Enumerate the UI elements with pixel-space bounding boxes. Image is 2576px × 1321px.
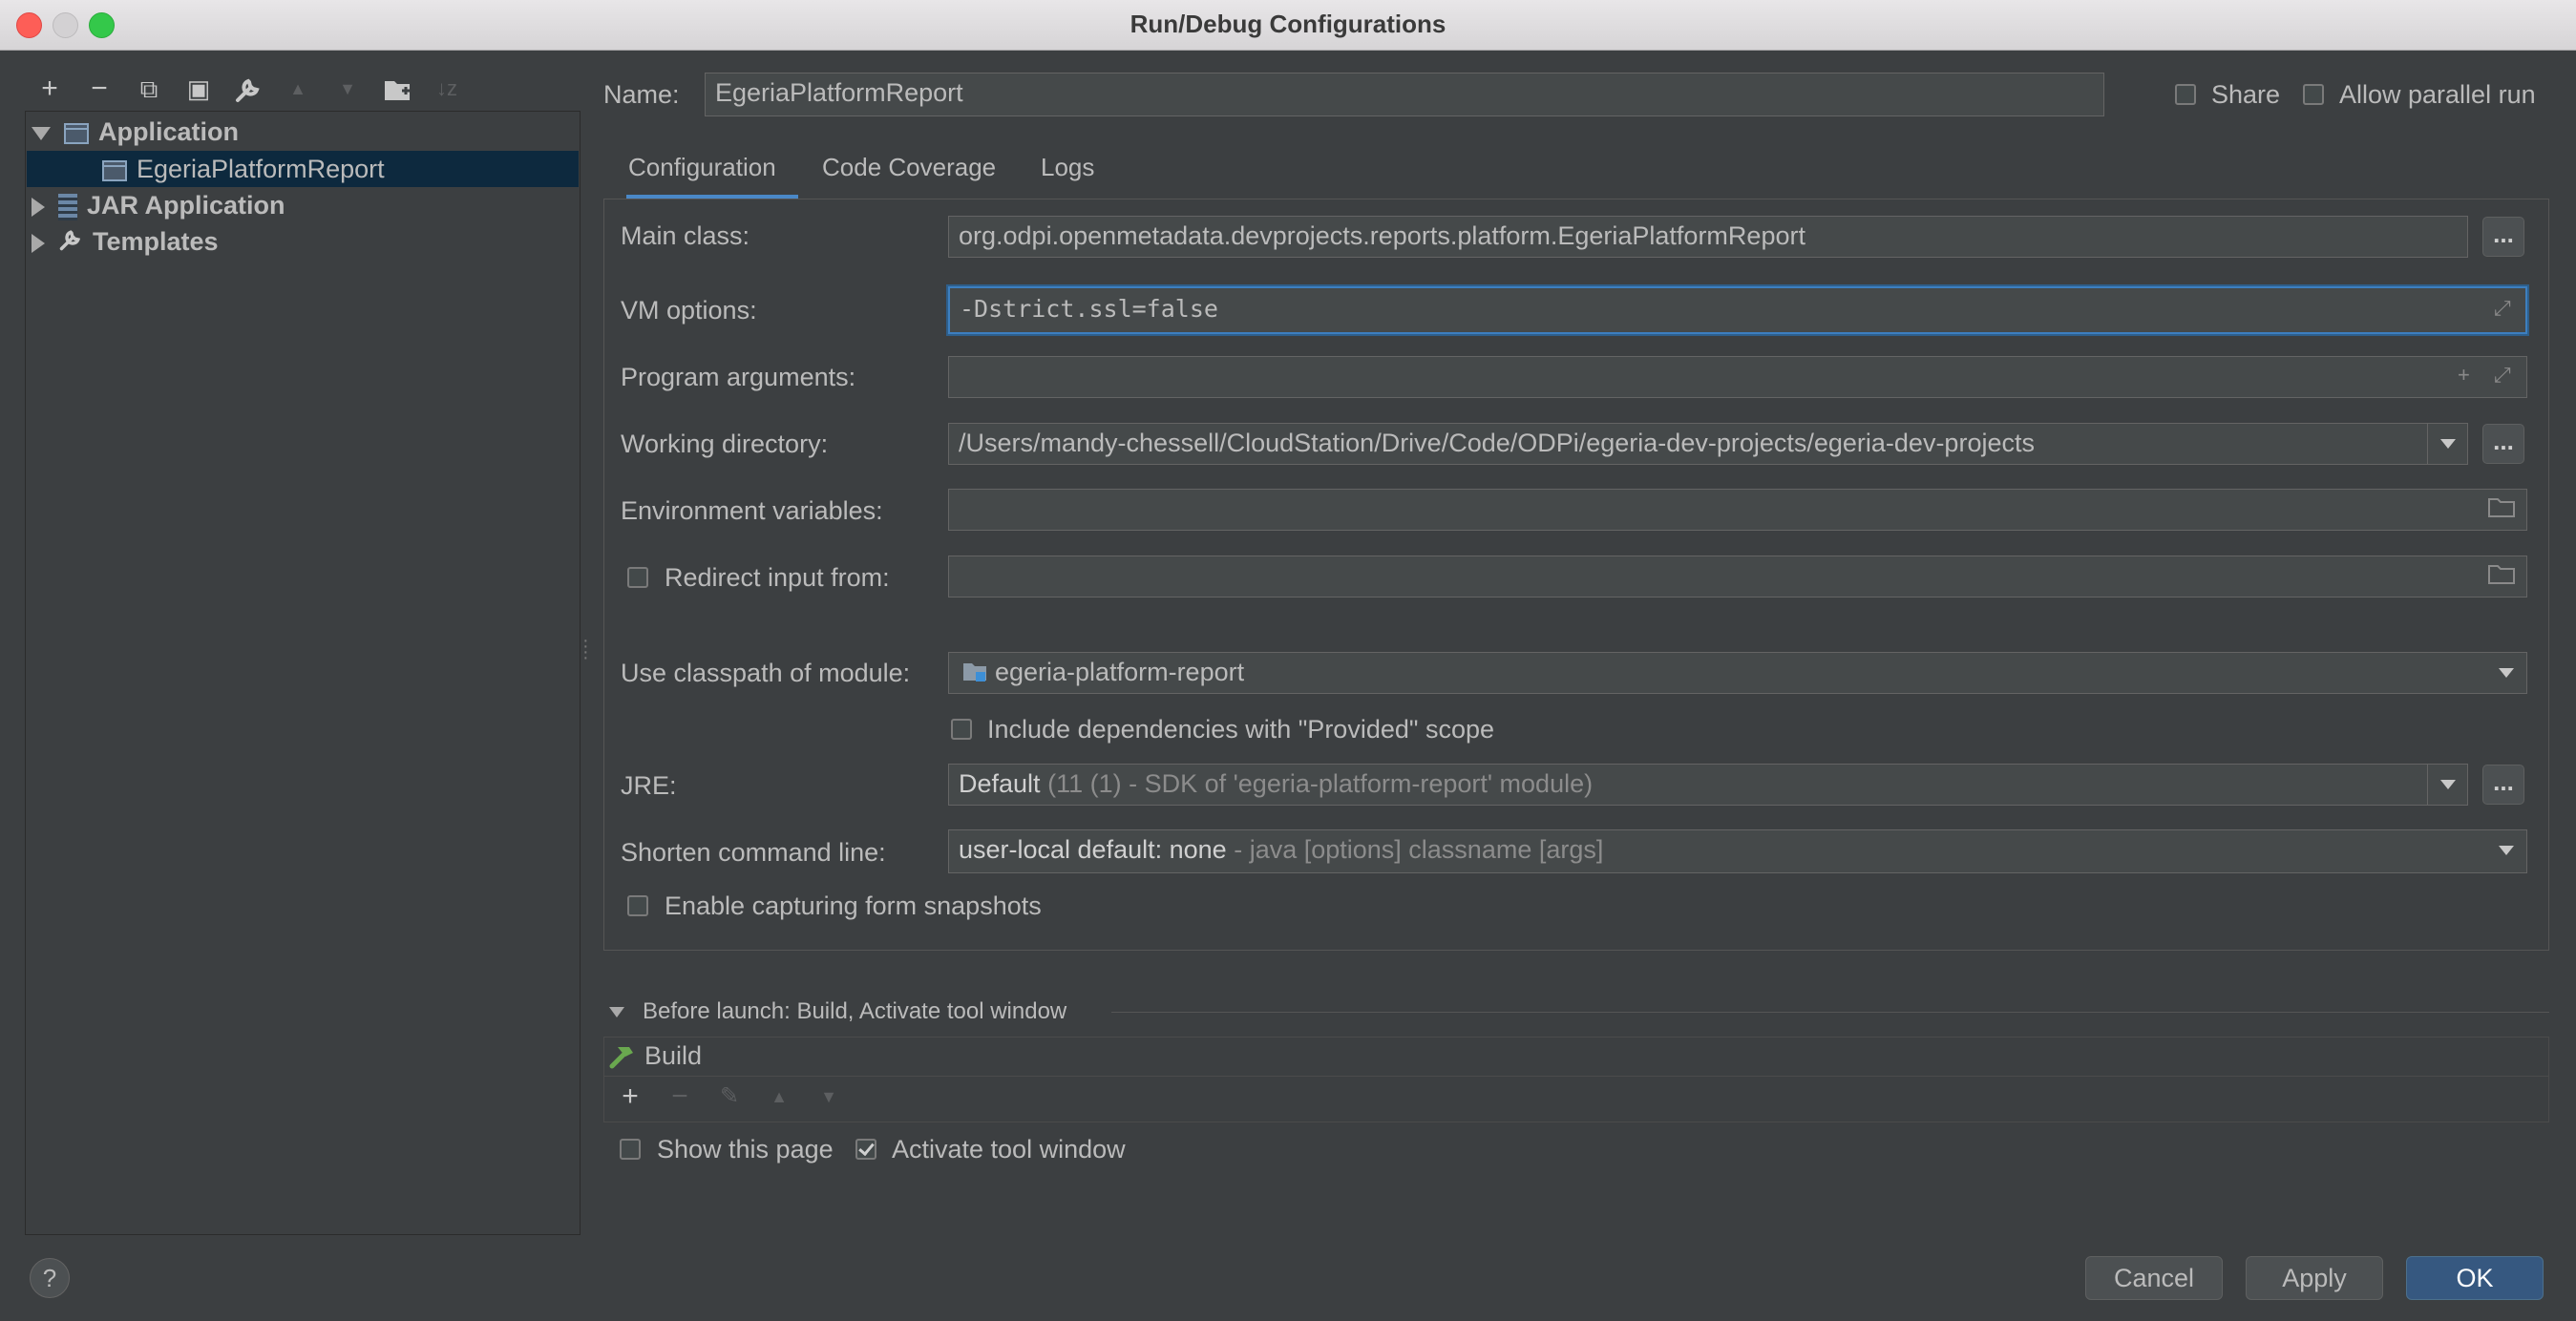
add-macro-icon[interactable]: + — [2458, 363, 2470, 388]
window-title: Run/Debug Configurations — [1130, 10, 1446, 38]
edit-task-icon[interactable]: ✎ — [710, 1077, 749, 1117]
sort-icon[interactable]: ↓z — [428, 67, 466, 111]
jre-select[interactable]: Default (11 (1) - SDK of 'egeria-platfor… — [948, 764, 2468, 806]
program-arguments-field[interactable] — [948, 356, 2527, 398]
move-down-icon[interactable]: ▼ — [328, 67, 367, 111]
jre-browse-button[interactable]: ... — [2482, 765, 2524, 805]
folder-icon[interactable] — [378, 67, 416, 111]
ok-button[interactable]: OK — [2406, 1256, 2544, 1300]
include-dependencies-checkbox[interactable] — [951, 719, 972, 740]
tree-item-templates[interactable]: Templates — [32, 223, 219, 260]
activate-tool-window-label: Activate tool window — [892, 1135, 1126, 1164]
environment-variables-label: Environment variables: — [621, 496, 883, 525]
before-launch-item[interactable]: Build — [604, 1038, 2548, 1077]
shorten-command-line-label: Shorten command line: — [621, 838, 886, 867]
classpath-module-label: Use classpath of module: — [621, 659, 911, 687]
show-this-page-checkbox[interactable] — [620, 1139, 641, 1160]
move-up-icon[interactable]: ▲ — [760, 1077, 798, 1117]
wrench-icon[interactable] — [229, 67, 267, 111]
shorten-command-line-select[interactable]: user-local default: none - java [options… — [948, 829, 2527, 873]
cancel-button[interactable]: Cancel — [2085, 1256, 2223, 1300]
main-class-label: Main class: — [621, 221, 750, 250]
include-dependencies-label: Include dependencies with "Provided" sco… — [987, 715, 1495, 744]
name-label: Name: — [603, 80, 680, 109]
move-down-icon[interactable]: ▼ — [810, 1077, 848, 1117]
redirect-input-checkbox[interactable] — [627, 567, 648, 588]
tree-item-egeriaplatformreport[interactable]: EgeriaPlatformReport — [102, 151, 385, 187]
enable-snapshots-checkbox[interactable] — [627, 895, 648, 916]
move-up-icon[interactable]: ▲ — [279, 67, 317, 111]
tab-configuration[interactable]: Configuration — [626, 143, 798, 199]
chevron-down-icon[interactable] — [2427, 765, 2467, 805]
working-directory-browse-button[interactable]: ... — [2482, 424, 2524, 464]
run-debug-dialog: Run/Debug Configurations + − ⧉ ▣ ▲ ▼ ↓z … — [0, 0, 2576, 1321]
expand-icon[interactable]: ⤢ — [2494, 363, 2511, 388]
remove-icon[interactable]: − — [80, 67, 118, 111]
show-this-page-label: Show this page — [657, 1135, 834, 1164]
folder-icon[interactable] — [2488, 496, 2515, 523]
hammer-icon — [608, 1043, 637, 1075]
jar-icon — [58, 193, 77, 220]
tab-logs[interactable]: Logs — [1041, 143, 1094, 199]
activate-tool-window-checkbox[interactable] — [855, 1139, 876, 1160]
chevron-down-icon[interactable] — [2486, 653, 2526, 693]
classpath-module-select[interactable]: egeria-platform-report — [948, 652, 2527, 694]
splitter-handle[interactable]: · · · · — [582, 631, 589, 667]
tab-code-coverage[interactable]: Code Coverage — [822, 143, 996, 199]
enable-snapshots-label: Enable capturing form snapshots — [665, 891, 1042, 920]
allow-parallel-run-checkbox[interactable] — [2303, 84, 2324, 105]
main-class-field[interactable]: org.odpi.openmetadata.devprojects.report… — [948, 216, 2468, 258]
share-label: Share — [2211, 80, 2281, 109]
vm-options-field[interactable]: -Dstrict.ssl=false — [948, 286, 2527, 334]
working-directory-label: Working directory: — [621, 430, 829, 458]
application-icon — [64, 122, 89, 144]
add-icon[interactable]: + — [31, 67, 69, 111]
apply-button[interactable]: Apply — [2246, 1256, 2383, 1300]
expand-icon[interactable]: ⤢ — [2494, 296, 2511, 321]
redirect-input-label: Redirect input from: — [665, 563, 890, 592]
save-icon[interactable]: ▣ — [179, 67, 218, 111]
vm-options-label: VM options: — [621, 296, 757, 325]
chevron-down-icon[interactable] — [2427, 424, 2467, 464]
jre-label: JRE: — [621, 771, 677, 800]
configuration-tree: Application EgeriaPlatformReport JAR App… — [25, 111, 581, 1235]
chevron-down-icon[interactable] — [2486, 830, 2526, 872]
share-checkbox[interactable] — [2175, 84, 2196, 105]
before-launch-list: Build — [603, 1037, 2549, 1122]
program-arguments-label: Program arguments: — [621, 363, 856, 391]
copy-icon[interactable]: ⧉ — [130, 67, 168, 111]
working-directory-field[interactable]: /Users/mandy-chessell/CloudStation/Drive… — [948, 423, 2468, 465]
main-class-browse-button[interactable]: ... — [2482, 217, 2524, 257]
title-bar: Run/Debug Configurations — [0, 0, 2576, 51]
environment-variables-field[interactable] — [948, 489, 2527, 531]
name-field[interactable]: EgeriaPlatformReport — [705, 73, 2104, 116]
redirect-input-field[interactable] — [948, 556, 2527, 598]
module-folder-icon — [962, 655, 989, 693]
wrench-icon — [58, 225, 83, 262]
tree-item-application[interactable]: Application — [32, 114, 239, 150]
chevron-right-icon[interactable] — [32, 197, 45, 217]
section-divider — [1111, 1012, 2549, 1013]
before-launch-title: Before launch: Build, Activate tool wind… — [643, 998, 1067, 1024]
tree-item-jar-application[interactable]: JAR Application — [32, 187, 285, 223]
help-button[interactable]: ? — [30, 1258, 70, 1298]
allow-parallel-run-label: Allow parallel run — [2339, 80, 2536, 109]
chevron-down-icon[interactable] — [32, 126, 51, 140]
chevron-right-icon[interactable] — [32, 233, 45, 253]
add-task-icon[interactable]: + — [611, 1077, 649, 1117]
folder-icon[interactable] — [2488, 563, 2515, 590]
remove-task-icon[interactable]: − — [661, 1077, 699, 1117]
application-icon — [102, 159, 127, 181]
chevron-down-icon[interactable] — [609, 1007, 624, 1017]
